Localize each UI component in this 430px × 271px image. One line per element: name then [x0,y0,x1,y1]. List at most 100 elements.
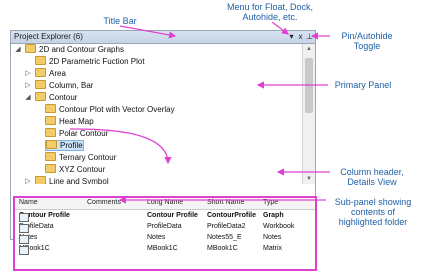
callout-column-header: Column header, Details View [332,167,412,187]
details-sub-panel: Name Comments Long Name Short Name Type … [13,196,317,271]
folder-icon [35,68,46,78]
scroll-down-icon[interactable]: ▼ [303,174,315,184]
tree-item[interactable]: XYZ Contour [35,164,105,176]
folder-icon [35,176,46,184]
panel-title: Project Explorer (6) [14,32,83,41]
column-header-name[interactable]: Name [19,199,38,206]
scrollbar-thumb[interactable] [305,58,313,113]
callout-menu-line1: Menu for Float, Dock, [226,2,314,12]
callout-sub-panel-line3: highlighted folder [338,217,408,227]
item-type-icon [19,213,29,222]
pin-icon[interactable]: ⊥ [305,32,314,41]
panel-menu-dropdown-icon[interactable]: ▾ [287,32,296,41]
tree-item-label: Profile [60,141,83,150]
tree-item[interactable]: ▷ Area [25,68,66,80]
tree-item-label: Line and Symbol [49,177,109,184]
details-cell-short-name: ProfileData2 [207,223,246,230]
callout-menu: Menu for Float, Dock, Autohide, etc. [215,2,325,22]
details-cell-type: Workbook [263,223,295,230]
tree-item-label: XYZ Contour [59,165,106,174]
tree-item-label: Contour [49,93,78,102]
details-row[interactable]: ProfileData ProfileData ProfileData2 Workbo… [15,222,315,233]
folder-tree: ◢ 2D and Contour Graphs 2D Parametric Fuct… [11,44,301,184]
tree-item-content: Column, Bar [35,80,94,90]
folder-icon [45,116,56,126]
folder-icon [35,56,46,66]
tree-item[interactable]: ▷ Column, Bar [25,80,93,92]
column-header-type[interactable]: Type [263,199,278,206]
folder-icon [45,104,56,114]
callout-sub-panel: Sub-panel showing contents of highlighte… [328,197,418,227]
details-cell-short-name: MBook1C [207,245,238,252]
callout-column-header-line2: Details View [347,177,397,187]
close-icon[interactable]: x [296,32,305,41]
details-cell-short-name: ContourProfile [207,212,256,219]
tree-item[interactable]: Contour Plot with Vector Overlay [35,104,175,116]
panel-title-bar[interactable]: Project Explorer (6) ▾ x ⊥ [11,31,315,44]
tree-item-label: Ternary Contour [59,153,117,162]
tree-item-content: XYZ Contour [45,164,106,174]
tree-scrollbar[interactable]: ▲ ▼ [302,44,315,184]
tree-item[interactable]: Heat Map [35,116,94,128]
details-row[interactable]: NotesNotesNotes55_ENotes [15,233,315,244]
tree-item-content: Contour Plot with Vector Overlay [45,104,175,114]
details-cell-type: Graph [263,212,284,219]
tree-item[interactable]: ◢ Contour [25,92,77,104]
tree-item-label: 2D and Contour Graphs [39,45,124,54]
project-explorer-panel: Project Explorer (6) ▾ x ⊥ ◢ 2D and Conto… [10,30,317,271]
details-column-header: Name Comments Long Name Short Name Type [15,198,315,210]
tree-item[interactable]: ◢ 2D and Contour Graphs [15,44,124,56]
tree-item-label: 2D Parametric Fuction Plot [49,57,145,66]
tree-item[interactable]: Polar Contour [35,128,108,140]
scroll-up-icon[interactable]: ▲ [303,44,315,54]
details-cell-name: ProfileData [19,223,54,233]
folder-icon [46,140,57,150]
callout-sub-panel-line1: Sub-panel showing [334,197,412,207]
expander-icon[interactable]: ▷ [24,176,32,184]
tree-item-content: Polar Contour [45,128,109,138]
tree-item-content: Heat Map [45,116,94,126]
tree-item-label: Area [49,69,66,78]
details-cell-name: Contour Profile [19,212,70,222]
folder-icon [45,128,56,138]
tree-item-content: Line and Symbol [35,176,109,184]
tree-item-content: Area [35,68,66,78]
tree-item[interactable]: 2D Parametric Fuction Plot [25,56,145,68]
tree-item-content: Profile [45,140,84,151]
details-cell-long-name: MBook1C [147,245,178,252]
folder-icon [25,44,36,54]
tree-item-label: Heat Map [59,117,94,126]
expander-icon[interactable]: ▷ [24,68,32,80]
tree-item-label: Column, Bar [49,81,94,90]
details-row[interactable]: Contour Profile Contour Profile ContourPro… [15,211,315,222]
column-header-long-name[interactable]: Long Name [147,199,183,206]
folder-icon [35,92,46,102]
callout-primary-panel: Primary Panel [334,80,392,90]
callout-pin-line2: Toggle [353,41,381,51]
item-type-icon [19,246,29,255]
folder-icon [35,80,46,90]
expander-icon[interactable]: ◢ [14,44,22,56]
tree-item-label: Contour Plot with Vector Overlay [59,105,175,114]
item-type-icon [19,224,29,233]
folder-icon [45,152,56,162]
folder-icon [45,164,56,174]
tree-item-content: 2D Parametric Fuction Plot [35,56,145,66]
column-header-short-name[interactable]: Short Name [207,199,244,206]
details-cell-long-name: ProfileData [147,223,182,230]
tree-item-label: Polar Contour [59,129,109,138]
callout-pin: Pin/Autohide Toggle [332,31,402,51]
tree-item[interactable]: Ternary Contour [35,152,116,164]
tree-item-content: 2D and Contour Graphs [25,44,124,54]
expander-icon[interactable]: ◢ [24,92,32,104]
tree-item[interactable]: ▷ Line and Symbol [25,176,109,184]
expander-icon[interactable]: ▷ [24,80,32,92]
tree-item-content: Ternary Contour [45,152,117,162]
column-header-comments[interactable]: Comments [87,199,121,206]
callout-pin-line1: Pin/Autohide [341,31,393,41]
tree-item[interactable]: Profile [35,140,84,152]
details-cell-name: MBook1C [19,245,50,255]
callout-column-header-line1: Column header, [340,167,404,177]
details-row[interactable]: MBook1C MBook1C MBook1C Matrix [15,244,315,255]
details-cell-long-name: Contour Profile [147,212,198,219]
